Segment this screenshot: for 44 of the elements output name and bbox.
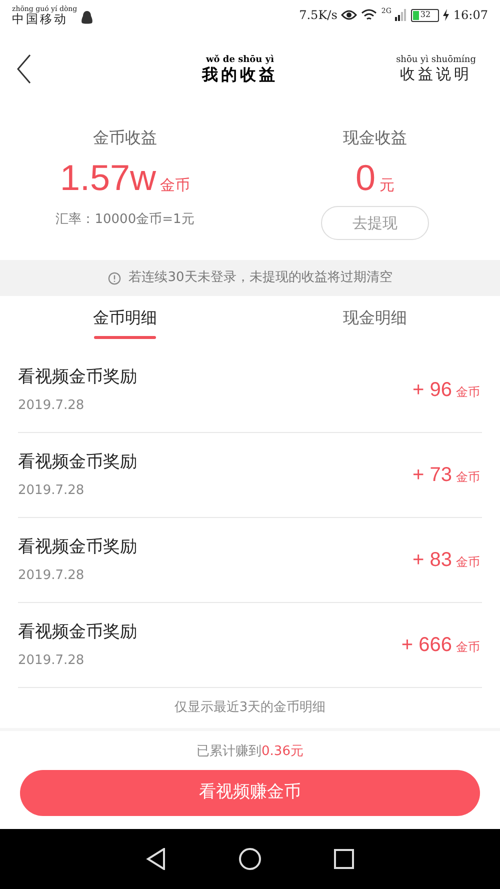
- info-icon: [108, 272, 121, 284]
- record-date: 2019.7.28: [18, 482, 86, 500]
- record-unit: 金币: [456, 554, 480, 571]
- recents-icon[interactable]: [334, 849, 354, 869]
- tab[interactable]: 现金明细: [250, 296, 500, 348]
- record-amount: + 666: [401, 633, 452, 658]
- exchange-rate: 汇率：10000金币=1元: [56, 211, 194, 229]
- record-date: 2019.7.28: [18, 397, 86, 415]
- tab[interactable]: 金币明细: [0, 296, 250, 348]
- wifi-icon: [361, 9, 378, 21]
- record-amount: + 96: [412, 378, 452, 403]
- signal-icon: [395, 9, 408, 21]
- home-icon[interactable]: [238, 848, 261, 870]
- records-note: 仅显示最近3天的金币明细: [174, 699, 326, 718]
- record-date: 2019.7.28: [18, 652, 86, 670]
- record-amount: + 83: [412, 548, 452, 573]
- eye-icon: [341, 9, 358, 21]
- record-unit: 金币: [456, 384, 480, 401]
- notice-text: 若连续30天未登录，未提现的收益将过期清空: [128, 269, 392, 288]
- network-speed: 7.5K/s: [299, 7, 338, 24]
- record-unit: 金币: [456, 639, 480, 656]
- page-title: 我的收益: [202, 66, 278, 82]
- carrier-name: 中国移动: [12, 12, 68, 24]
- summary-value: 1.57w: [60, 156, 156, 200]
- back-icon[interactable]: [146, 848, 166, 870]
- record-unit: 金币: [456, 469, 480, 486]
- total-earned-text: 已累计赚到0.36元: [196, 743, 304, 761]
- summary-value: 0: [355, 156, 376, 200]
- summary-unit: 元: [380, 175, 395, 196]
- summary-label: 现金收益: [343, 127, 407, 149]
- summary-label: 金币收益: [93, 127, 157, 149]
- watch-video-button[interactable]: 看视频赚金币: [20, 770, 480, 816]
- summary-unit: 金币: [160, 175, 190, 196]
- earnings-info-link[interactable]: shōu yì shuōmíng 收益说明: [396, 56, 476, 82]
- battery-indicator: 32: [411, 8, 440, 22]
- record-date: 2019.7.28: [18, 567, 86, 585]
- record-title: 看视频金币奖励: [18, 366, 137, 388]
- record-title: 看视频金币奖励: [18, 620, 137, 644]
- record-title: 看视频金币奖励: [18, 536, 137, 558]
- charging-icon: [443, 9, 450, 21]
- record-title: 看视频金币奖励: [18, 450, 137, 474]
- title-pinyin: wǒ de shōu yì: [206, 56, 274, 64]
- record-amount: + 73: [412, 463, 452, 488]
- clock-time: 16:07: [453, 7, 488, 24]
